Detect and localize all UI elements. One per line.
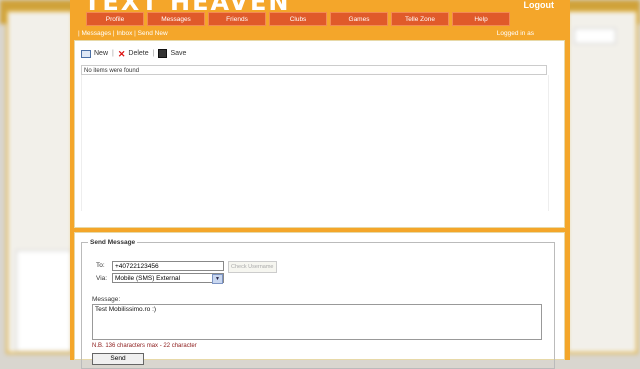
send-panel: Send Message To: +40722123456 Check User… xyxy=(74,232,565,369)
crumb-messages[interactable]: Messages xyxy=(82,30,112,37)
new-button[interactable]: New xyxy=(81,49,109,58)
nav-profile[interactable]: Profile xyxy=(86,12,144,26)
bg-left-form xyxy=(16,250,72,352)
save-label: Save xyxy=(170,50,187,57)
send-button[interactable]: Send xyxy=(92,353,144,365)
bg-right-field xyxy=(574,28,616,44)
via-label: Via: xyxy=(96,275,108,282)
crumb-inbox[interactable]: Inbox xyxy=(116,30,132,37)
to-label: To: xyxy=(96,262,105,269)
save-button[interactable]: Save xyxy=(158,49,186,58)
bg-right-panel xyxy=(566,10,638,354)
logged-in-label: Logged in as xyxy=(496,30,534,37)
logout-link[interactable]: Logout xyxy=(524,0,555,10)
send-message-legend: Send Message xyxy=(90,239,136,246)
nav-messages[interactable]: Messages xyxy=(147,12,205,26)
message-textarea[interactable]: Test Mobilissimo.ro :) xyxy=(92,304,542,340)
crumb-send-new[interactable]: Send New xyxy=(138,30,168,37)
floppy-disk-icon xyxy=(158,49,168,58)
breadcrumb: | Messages | Inbox | Send New xyxy=(78,30,168,37)
toolbar-separator: | xyxy=(112,50,114,57)
inbox-panel: New | ✕ Delete | Save No items were foun… xyxy=(74,40,565,228)
via-selected: Mobile (SMS) External xyxy=(115,275,181,282)
nav-games[interactable]: Games xyxy=(330,12,388,26)
nav-friends[interactable]: Friends xyxy=(208,12,266,26)
send-message-fieldset: Send Message To: +40722123456 Check User… xyxy=(81,239,555,369)
delete-label: Delete xyxy=(128,50,149,57)
to-field[interactable]: +40722123456 xyxy=(112,261,224,271)
main-nav: Profile Messages Friends Clubs Games Tel… xyxy=(86,12,510,26)
new-message-icon xyxy=(81,49,91,58)
nav-clubs[interactable]: Clubs xyxy=(269,12,327,26)
nav-telle-zone[interactable]: Telle Zone xyxy=(391,12,449,26)
nav-help[interactable]: Help xyxy=(452,12,510,26)
message-list-area[interactable] xyxy=(81,75,549,211)
chevron-down-icon: ▼ xyxy=(212,274,223,284)
main-window: TEXT HEAVEN Logout Profile Messages Frie… xyxy=(70,0,570,369)
message-label: Message: xyxy=(92,296,121,303)
via-select[interactable]: Mobile (SMS) External ▼ xyxy=(112,273,224,284)
check-username-button[interactable]: Check Username xyxy=(228,261,277,273)
toolbar-separator: | xyxy=(152,50,155,57)
character-note: N.B. 136 characters max - 22 character xyxy=(92,343,197,349)
message-list: No items were found xyxy=(81,65,547,75)
message-toolbar: New | ✕ Delete | Save xyxy=(81,49,186,58)
delete-button[interactable]: ✕ Delete xyxy=(117,48,149,59)
delete-icon: ✕ xyxy=(117,48,126,59)
sub-nav: | Messages | Inbox | Send New Logged in … xyxy=(74,28,566,40)
new-label: New xyxy=(94,50,109,57)
